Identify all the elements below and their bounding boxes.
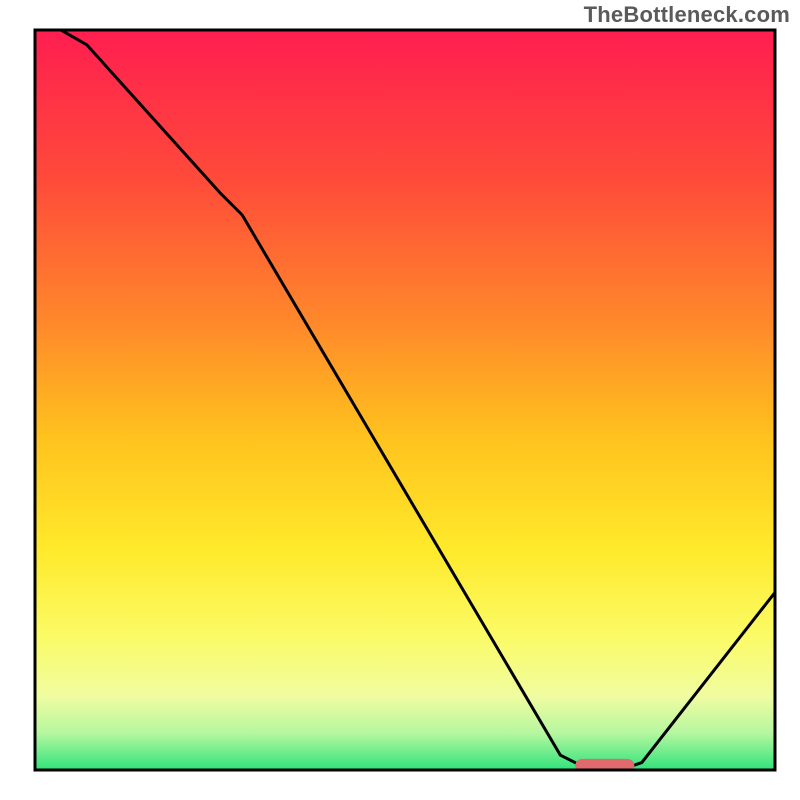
plot-area xyxy=(35,15,775,772)
chart-frame: TheBottleneck.com xyxy=(0,0,800,800)
gradient-background xyxy=(35,30,775,770)
bottleneck-plot xyxy=(0,0,800,800)
